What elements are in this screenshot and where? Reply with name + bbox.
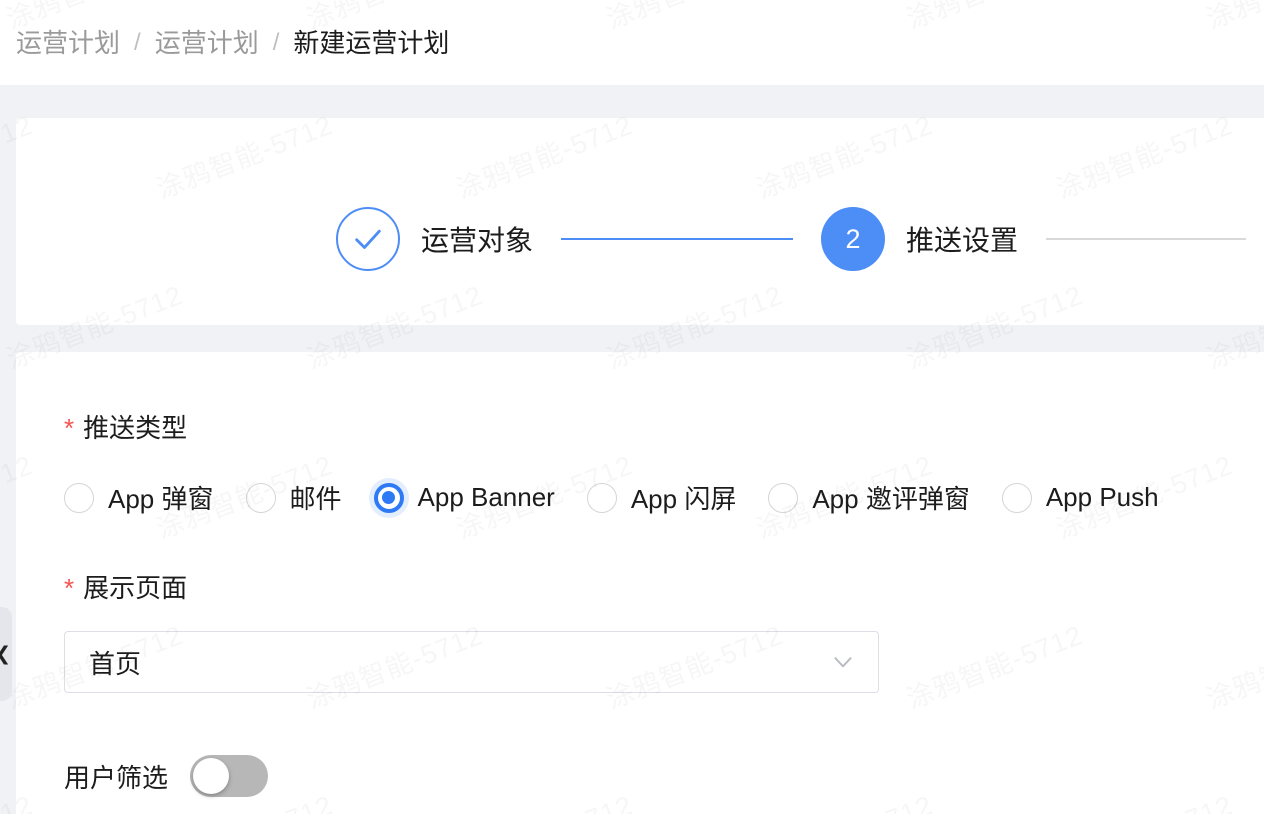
sidebar-collapse-handle[interactable]: ❮ (0, 607, 12, 701)
form-card: * 推送类型 App 弹窗 邮件 App Banner App 闪屏 App 邀… (16, 352, 1264, 814)
page-header: 运营计划 / 运营计划 / 新建运营计划 (0, 0, 1264, 85)
breadcrumb-separator: / (134, 28, 141, 56)
radio-mark (1001, 482, 1032, 513)
display-page-label-text: 展示页面 (83, 573, 188, 603)
step-number: 2 (845, 223, 861, 254)
radio-mark (768, 482, 799, 513)
radio-app-review-popup[interactable]: App 邀评弹窗 (768, 479, 970, 516)
breadcrumb-item-current: 新建运营计划 (293, 27, 450, 58)
step-label-1: 运营对象 (421, 225, 534, 256)
radio-label: App Push (1045, 482, 1159, 512)
form-body: * 推送类型 App 弹窗 邮件 App Banner App 闪屏 App 邀… (16, 352, 1264, 797)
radio-label: App 闪屏 (630, 484, 737, 514)
radio-label: App Banner (417, 482, 555, 512)
radio-label: App 邀评弹窗 (812, 484, 970, 514)
user-filter-toggle[interactable] (190, 755, 269, 797)
breadcrumb-item-2[interactable]: 运营计划 (155, 30, 259, 56)
stepper-card: 运营对象 2 推送设置 (16, 118, 1264, 325)
radio-app-splash[interactable]: App 闪屏 (586, 479, 737, 516)
breadcrumb: 运营计划 / 运营计划 / 新建运营计划 (16, 30, 449, 56)
radio-mark (586, 482, 617, 513)
display-page-value: 首页 (89, 648, 142, 679)
breadcrumb-separator: / (272, 28, 280, 56)
push-type-label: * 推送类型 (64, 408, 1264, 445)
required-asterisk: * (64, 413, 75, 443)
breadcrumb-item-1[interactable]: 运营计划 (16, 30, 120, 56)
check-icon (355, 229, 381, 249)
step-done-icon (336, 207, 400, 271)
user-filter-row: 用户筛选 (64, 755, 1264, 797)
push-type-radio-group: App 弹窗 邮件 App Banner App 闪屏 App 邀评弹窗 App… (64, 479, 1264, 516)
user-filter-label: 用户筛选 (64, 762, 169, 793)
radio-app-push[interactable]: App Push (1001, 482, 1159, 513)
step-connector-done (561, 238, 794, 240)
chevron-left-icon: ❮ (0, 644, 11, 664)
display-page-select[interactable]: 首页 (64, 631, 879, 693)
radio-mark (64, 482, 94, 513)
step-push-settings[interactable]: 2 推送设置 (821, 207, 1018, 271)
step-connector-todo (1046, 238, 1247, 240)
display-page-label: * 展示页面 (64, 568, 1264, 605)
radio-app-popup[interactable]: App 弹窗 (64, 479, 214, 516)
radio-label: App 弹窗 (108, 484, 214, 514)
stepper: 运营对象 2 推送设置 (336, 204, 1264, 274)
radio-mark-selected (373, 482, 404, 513)
toggle-knob (193, 758, 230, 794)
push-type-label-text: 推送类型 (83, 413, 188, 443)
radio-mark (245, 482, 276, 513)
step-operation-target[interactable]: 运营对象 (336, 207, 533, 271)
chevron-down-icon (830, 649, 856, 675)
radio-label: 邮件 (289, 484, 342, 514)
app-root: 涂鸦智能-5712涂鸦智能-5712涂鸦智能-5712涂鸦智能-5712涂鸦智能… (0, 0, 1264, 814)
step-number-badge: 2 (821, 207, 886, 271)
required-asterisk: * (64, 573, 75, 603)
radio-app-banner[interactable]: App Banner (373, 482, 555, 513)
radio-email[interactable]: 邮件 (245, 479, 342, 516)
step-label-2: 推送设置 (906, 225, 1019, 256)
